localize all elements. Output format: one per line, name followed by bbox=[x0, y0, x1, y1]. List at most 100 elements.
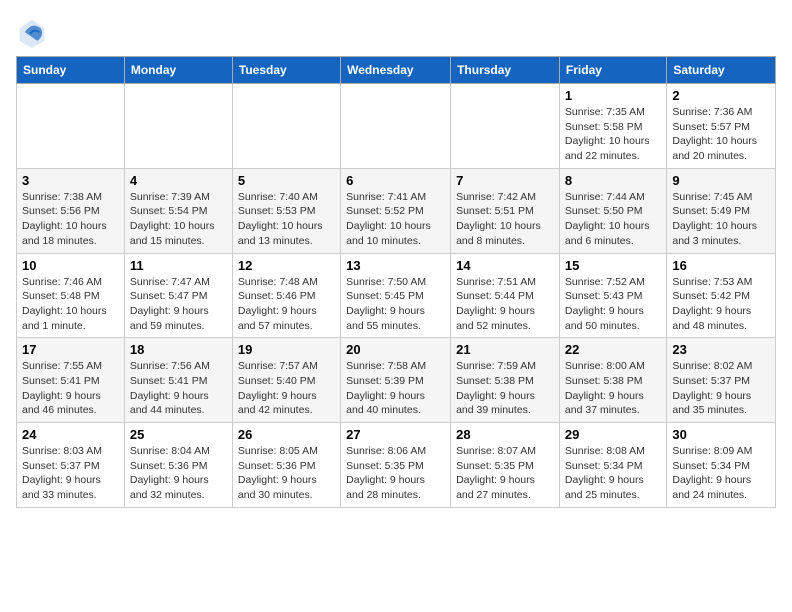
day-info: Sunrise: 7:35 AM Sunset: 5:58 PM Dayligh… bbox=[565, 105, 661, 164]
day-info: Sunrise: 7:45 AM Sunset: 5:49 PM Dayligh… bbox=[672, 190, 770, 249]
calendar-cell: 17 Sunrise: 7:55 AM Sunset: 5:41 PM Dayli… bbox=[17, 338, 125, 423]
day-number: 21 bbox=[456, 342, 554, 357]
day-info: Sunrise: 7:55 AM Sunset: 5:41 PM Dayligh… bbox=[22, 359, 119, 418]
day-info: Sunrise: 7:50 AM Sunset: 5:45 PM Dayligh… bbox=[346, 275, 445, 334]
day-info: Sunrise: 8:07 AM Sunset: 5:35 PM Dayligh… bbox=[456, 444, 554, 503]
day-number: 27 bbox=[346, 427, 445, 442]
day-info: Sunrise: 7:46 AM Sunset: 5:48 PM Dayligh… bbox=[22, 275, 119, 334]
day-info: Sunrise: 7:51 AM Sunset: 5:44 PM Dayligh… bbox=[456, 275, 554, 334]
day-info: Sunrise: 7:52 AM Sunset: 5:43 PM Dayligh… bbox=[565, 275, 661, 334]
day-info: Sunrise: 8:00 AM Sunset: 5:38 PM Dayligh… bbox=[565, 359, 661, 418]
calendar-week-3: 17 Sunrise: 7:55 AM Sunset: 5:41 PM Dayli… bbox=[17, 338, 776, 423]
day-number: 15 bbox=[565, 258, 661, 273]
calendar-cell bbox=[232, 84, 340, 169]
calendar-cell bbox=[124, 84, 232, 169]
calendar-cell bbox=[451, 84, 560, 169]
day-info: Sunrise: 7:41 AM Sunset: 5:52 PM Dayligh… bbox=[346, 190, 445, 249]
day-info: Sunrise: 8:06 AM Sunset: 5:35 PM Dayligh… bbox=[346, 444, 445, 503]
day-number: 26 bbox=[238, 427, 335, 442]
day-info: Sunrise: 7:58 AM Sunset: 5:39 PM Dayligh… bbox=[346, 359, 445, 418]
day-number: 30 bbox=[672, 427, 770, 442]
calendar-cell: 1 Sunrise: 7:35 AM Sunset: 5:58 PM Daylig… bbox=[559, 84, 666, 169]
calendar-body: 1 Sunrise: 7:35 AM Sunset: 5:58 PM Daylig… bbox=[17, 84, 776, 508]
day-info: Sunrise: 7:59 AM Sunset: 5:38 PM Dayligh… bbox=[456, 359, 554, 418]
calendar-cell: 7 Sunrise: 7:42 AM Sunset: 5:51 PM Daylig… bbox=[451, 168, 560, 253]
calendar-cell: 16 Sunrise: 7:53 AM Sunset: 5:42 PM Dayli… bbox=[667, 253, 776, 338]
calendar-cell: 4 Sunrise: 7:39 AM Sunset: 5:54 PM Daylig… bbox=[124, 168, 232, 253]
calendar-cell: 18 Sunrise: 7:56 AM Sunset: 5:41 PM Dayli… bbox=[124, 338, 232, 423]
day-info: Sunrise: 8:03 AM Sunset: 5:37 PM Dayligh… bbox=[22, 444, 119, 503]
day-number: 29 bbox=[565, 427, 661, 442]
calendar-header-tuesday: Tuesday bbox=[232, 57, 340, 84]
logo bbox=[16, 16, 52, 48]
day-number: 4 bbox=[130, 173, 227, 188]
day-number: 1 bbox=[565, 88, 661, 103]
day-number: 7 bbox=[456, 173, 554, 188]
day-number: 3 bbox=[22, 173, 119, 188]
day-info: Sunrise: 7:57 AM Sunset: 5:40 PM Dayligh… bbox=[238, 359, 335, 418]
calendar-cell: 21 Sunrise: 7:59 AM Sunset: 5:38 PM Dayli… bbox=[451, 338, 560, 423]
calendar-cell: 6Sunrise: 7:41 AM Sunset: 5:52 PM Daylig… bbox=[341, 168, 451, 253]
day-number: 16 bbox=[672, 258, 770, 273]
calendar-cell: 26 Sunrise: 8:05 AM Sunset: 5:36 PM Dayli… bbox=[232, 423, 340, 508]
calendar-cell: 15 Sunrise: 7:52 AM Sunset: 5:43 PM Dayli… bbox=[559, 253, 666, 338]
calendar-cell: 5 Sunrise: 7:40 AM Sunset: 5:53 PM Daylig… bbox=[232, 168, 340, 253]
day-info: Sunrise: 7:44 AM Sunset: 5:50 PM Dayligh… bbox=[565, 190, 661, 249]
calendar-header-thursday: Thursday bbox=[451, 57, 560, 84]
calendar-header-wednesday: Wednesday bbox=[341, 57, 451, 84]
calendar-cell: 20Sunrise: 7:58 AM Sunset: 5:39 PM Dayli… bbox=[341, 338, 451, 423]
calendar-cell: 23 Sunrise: 8:02 AM Sunset: 5:37 PM Dayli… bbox=[667, 338, 776, 423]
day-number: 5 bbox=[238, 173, 335, 188]
calendar-cell: 11 Sunrise: 7:47 AM Sunset: 5:47 PM Dayli… bbox=[124, 253, 232, 338]
calendar-cell: 19 Sunrise: 7:57 AM Sunset: 5:40 PM Dayli… bbox=[232, 338, 340, 423]
calendar-header-sunday: Sunday bbox=[17, 57, 125, 84]
calendar-week-2: 10Sunrise: 7:46 AM Sunset: 5:48 PM Dayli… bbox=[17, 253, 776, 338]
day-info: Sunrise: 7:40 AM Sunset: 5:53 PM Dayligh… bbox=[238, 190, 335, 249]
day-number: 23 bbox=[672, 342, 770, 357]
calendar-cell: 29Sunrise: 8:08 AM Sunset: 5:34 PM Dayli… bbox=[559, 423, 666, 508]
calendar-cell: 8Sunrise: 7:44 AM Sunset: 5:50 PM Daylig… bbox=[559, 168, 666, 253]
calendar-week-4: 24 Sunrise: 8:03 AM Sunset: 5:37 PM Dayli… bbox=[17, 423, 776, 508]
calendar-cell: 27 Sunrise: 8:06 AM Sunset: 5:35 PM Dayli… bbox=[341, 423, 451, 508]
day-info: Sunrise: 8:05 AM Sunset: 5:36 PM Dayligh… bbox=[238, 444, 335, 503]
day-info: Sunrise: 8:04 AM Sunset: 5:36 PM Dayligh… bbox=[130, 444, 227, 503]
calendar-week-1: 3 Sunrise: 7:38 AM Sunset: 5:56 PM Daylig… bbox=[17, 168, 776, 253]
day-number: 25 bbox=[130, 427, 227, 442]
calendar-cell: 14 Sunrise: 7:51 AM Sunset: 5:44 PM Dayli… bbox=[451, 253, 560, 338]
day-info: Sunrise: 8:09 AM Sunset: 5:34 PM Dayligh… bbox=[672, 444, 770, 503]
day-number: 2 bbox=[672, 88, 770, 103]
day-number: 19 bbox=[238, 342, 335, 357]
day-info: Sunrise: 7:48 AM Sunset: 5:46 PM Dayligh… bbox=[238, 275, 335, 334]
day-info: Sunrise: 7:56 AM Sunset: 5:41 PM Dayligh… bbox=[130, 359, 227, 418]
day-info: Sunrise: 8:02 AM Sunset: 5:37 PM Dayligh… bbox=[672, 359, 770, 418]
page-header bbox=[16, 16, 776, 48]
day-number: 18 bbox=[130, 342, 227, 357]
calendar-header-monday: Monday bbox=[124, 57, 232, 84]
day-number: 28 bbox=[456, 427, 554, 442]
calendar-header-saturday: Saturday bbox=[667, 57, 776, 84]
calendar-cell: 28 Sunrise: 8:07 AM Sunset: 5:35 PM Dayli… bbox=[451, 423, 560, 508]
day-info: Sunrise: 7:36 AM Sunset: 5:57 PM Dayligh… bbox=[672, 105, 770, 164]
day-number: 13 bbox=[346, 258, 445, 273]
day-number: 11 bbox=[130, 258, 227, 273]
calendar-cell: 3 Sunrise: 7:38 AM Sunset: 5:56 PM Daylig… bbox=[17, 168, 125, 253]
calendar-cell: 30 Sunrise: 8:09 AM Sunset: 5:34 PM Dayli… bbox=[667, 423, 776, 508]
day-number: 24 bbox=[22, 427, 119, 442]
calendar-cell: 24 Sunrise: 8:03 AM Sunset: 5:37 PM Dayli… bbox=[17, 423, 125, 508]
calendar-cell: 12Sunrise: 7:48 AM Sunset: 5:46 PM Dayli… bbox=[232, 253, 340, 338]
day-number: 22 bbox=[565, 342, 661, 357]
day-info: Sunrise: 7:42 AM Sunset: 5:51 PM Dayligh… bbox=[456, 190, 554, 249]
day-number: 14 bbox=[456, 258, 554, 273]
day-info: Sunrise: 7:53 AM Sunset: 5:42 PM Dayligh… bbox=[672, 275, 770, 334]
day-number: 17 bbox=[22, 342, 119, 357]
day-info: Sunrise: 7:47 AM Sunset: 5:47 PM Dayligh… bbox=[130, 275, 227, 334]
calendar-cell: 25 Sunrise: 8:04 AM Sunset: 5:36 PM Dayli… bbox=[124, 423, 232, 508]
calendar-cell bbox=[17, 84, 125, 169]
calendar-header-row: SundayMondayTuesdayWednesdayThursdayFrid… bbox=[17, 57, 776, 84]
calendar-cell: 2 Sunrise: 7:36 AM Sunset: 5:57 PM Daylig… bbox=[667, 84, 776, 169]
day-number: 9 bbox=[672, 173, 770, 188]
calendar-week-0: 1 Sunrise: 7:35 AM Sunset: 5:58 PM Daylig… bbox=[17, 84, 776, 169]
day-info: Sunrise: 7:39 AM Sunset: 5:54 PM Dayligh… bbox=[130, 190, 227, 249]
calendar-cell: 10Sunrise: 7:46 AM Sunset: 5:48 PM Dayli… bbox=[17, 253, 125, 338]
day-info: Sunrise: 7:38 AM Sunset: 5:56 PM Dayligh… bbox=[22, 190, 119, 249]
